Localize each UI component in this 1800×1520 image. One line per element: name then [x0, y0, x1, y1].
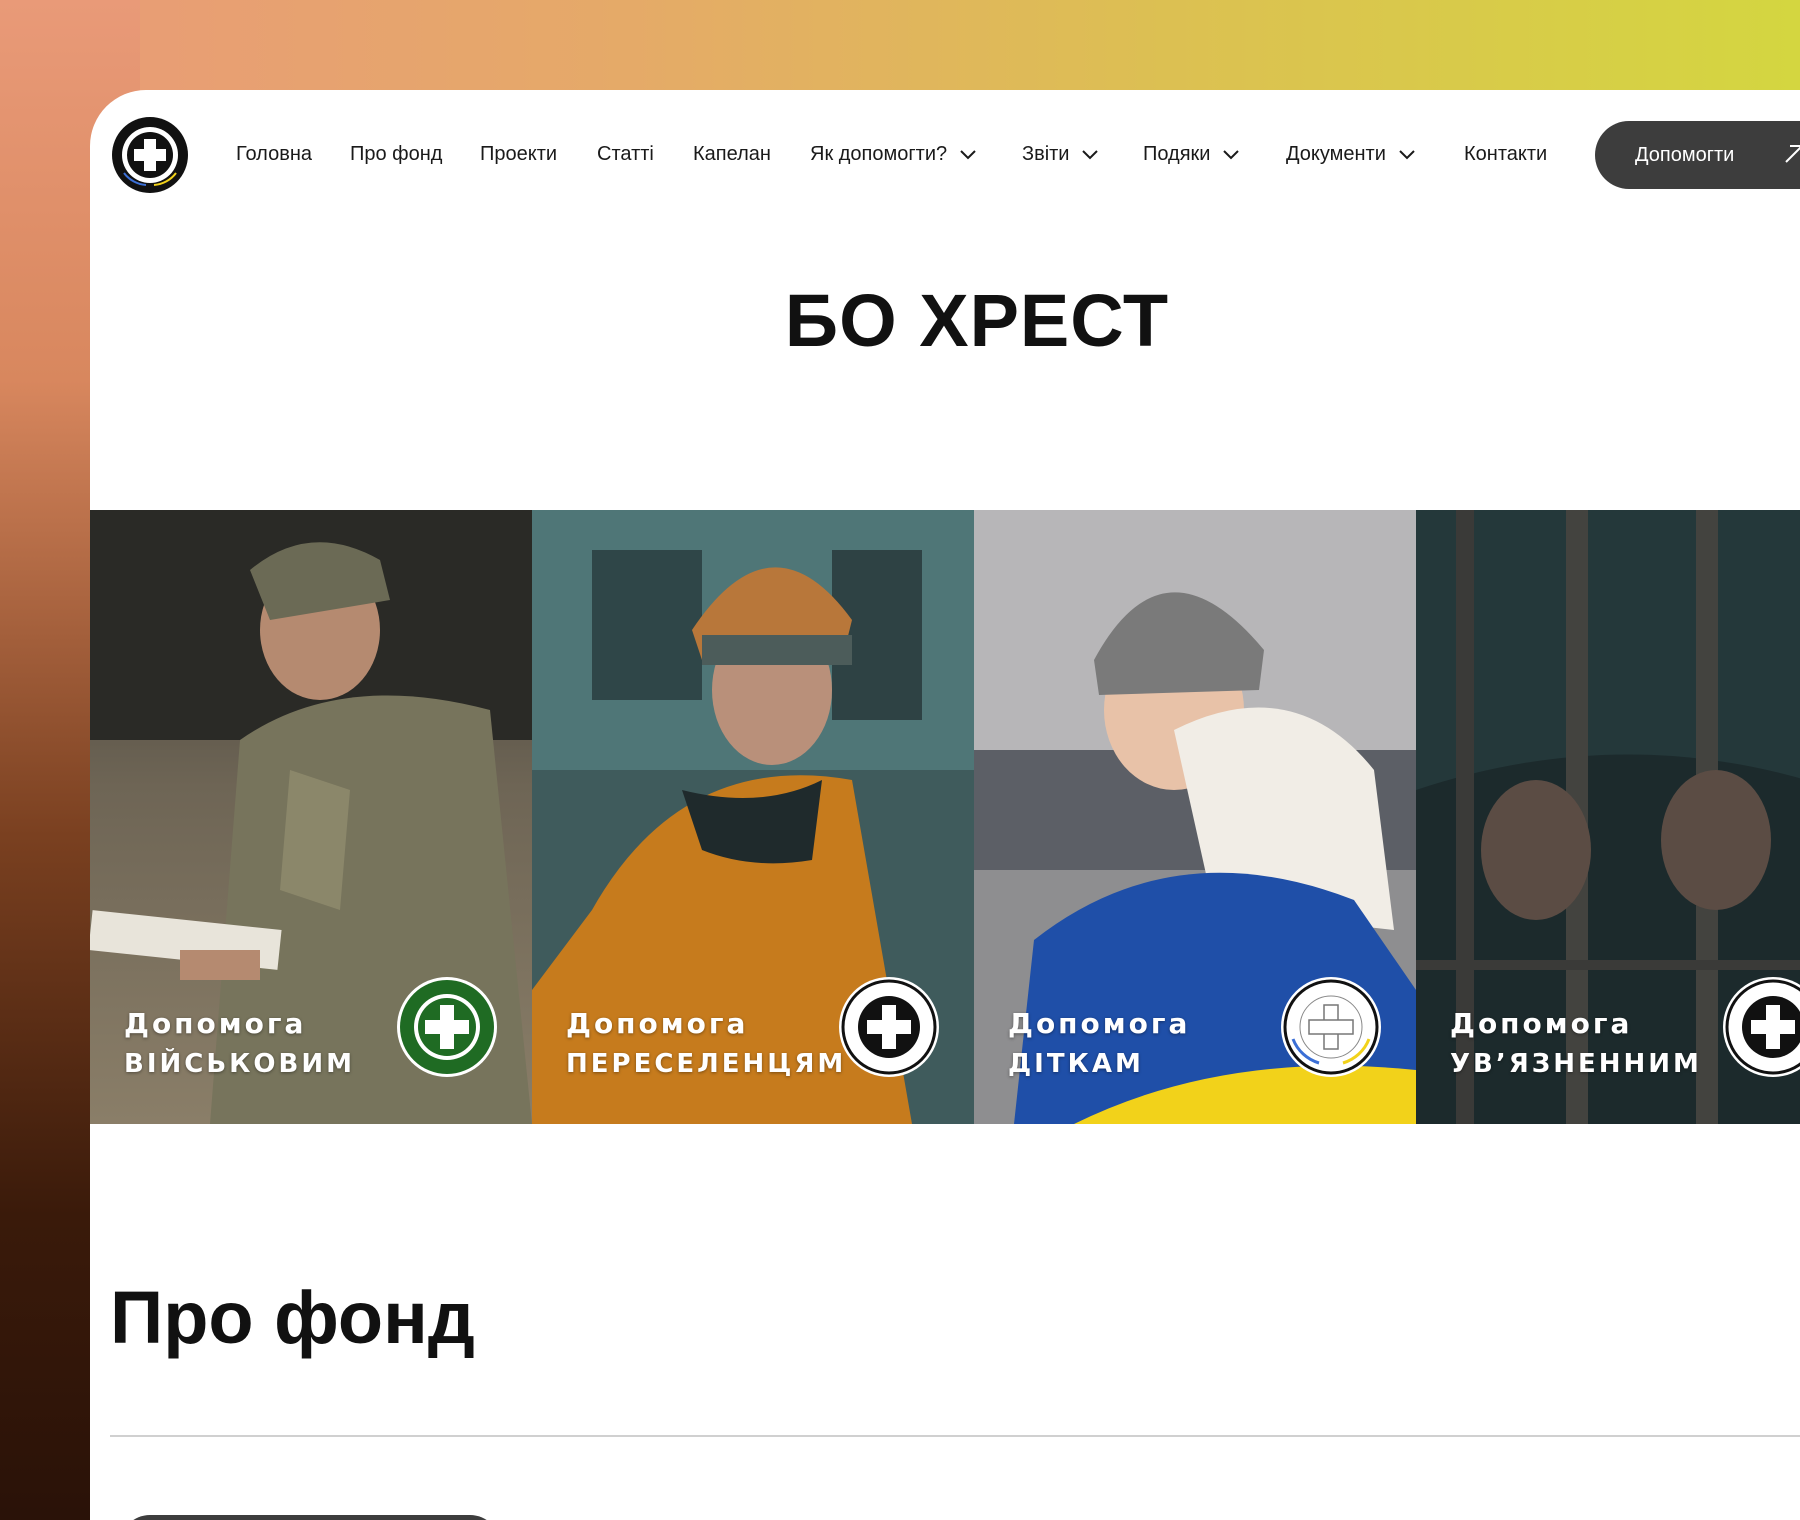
card-label: Допомога військовим	[124, 1007, 355, 1079]
chevron-down-icon	[1399, 149, 1415, 159]
nav-item-documents[interactable]: Документи	[1286, 143, 1416, 166]
nav-item-thanks[interactable]: Подяки	[1143, 143, 1240, 166]
nav-item-projects[interactable]: Проекти	[480, 143, 557, 166]
nav-item-about[interactable]: Про фонд	[350, 143, 442, 166]
card-label: Допомога переселенцям	[566, 1007, 847, 1079]
help-cards: Допомога військовим	[90, 510, 1800, 1124]
nav-item-home[interactable]: Головна	[236, 143, 312, 166]
card-label: Допомога діткам	[1008, 1007, 1191, 1079]
chevron-down-icon	[1223, 149, 1240, 159]
nav-item-how-to-help[interactable]: Як допомогти?	[810, 143, 977, 166]
card-prisoners[interactable]: Допомога ув’язненним	[1416, 510, 1800, 1124]
hero-title: БО ХРЕСТ	[784, 279, 1170, 362]
fund-badge-white-icon	[1281, 977, 1381, 1077]
nav-item-chaplain[interactable]: Капелан	[693, 143, 771, 166]
chevron-down-icon	[1082, 149, 1099, 159]
fund-badge-black-icon	[839, 977, 939, 1077]
top-navigation: Головна Про фонд Проекти Статті Капелан …	[90, 90, 1800, 220]
about-button[interactable]	[120, 1515, 500, 1520]
fund-badge-black-icon	[1723, 977, 1800, 1077]
card-displaced[interactable]: Допомога переселенцям	[532, 510, 974, 1124]
help-button[interactable]: Допомогти	[1595, 121, 1800, 189]
section-divider	[110, 1435, 1800, 1437]
browser-window: Головна Про фонд Проекти Статті Капелан …	[90, 90, 1800, 1520]
about-section-title: Про фонд	[110, 1276, 475, 1359]
nav-item-reports[interactable]: Звіти	[1022, 143, 1099, 166]
card-military[interactable]: Допомога військовим	[90, 510, 532, 1124]
help-button-label: Допомогти	[1635, 143, 1735, 166]
fund-badge-green-icon	[397, 977, 497, 1077]
nav-item-articles[interactable]: Статті	[597, 143, 654, 166]
logo-icon[interactable]	[110, 115, 190, 195]
card-children[interactable]: Допомога діткам	[974, 510, 1416, 1124]
arrow-up-right-icon	[1785, 145, 1800, 163]
card-label: Допомога ув’язненним	[1450, 1007, 1702, 1079]
chevron-down-icon	[960, 149, 976, 159]
nav-item-contacts[interactable]: Контакти	[1464, 143, 1547, 166]
